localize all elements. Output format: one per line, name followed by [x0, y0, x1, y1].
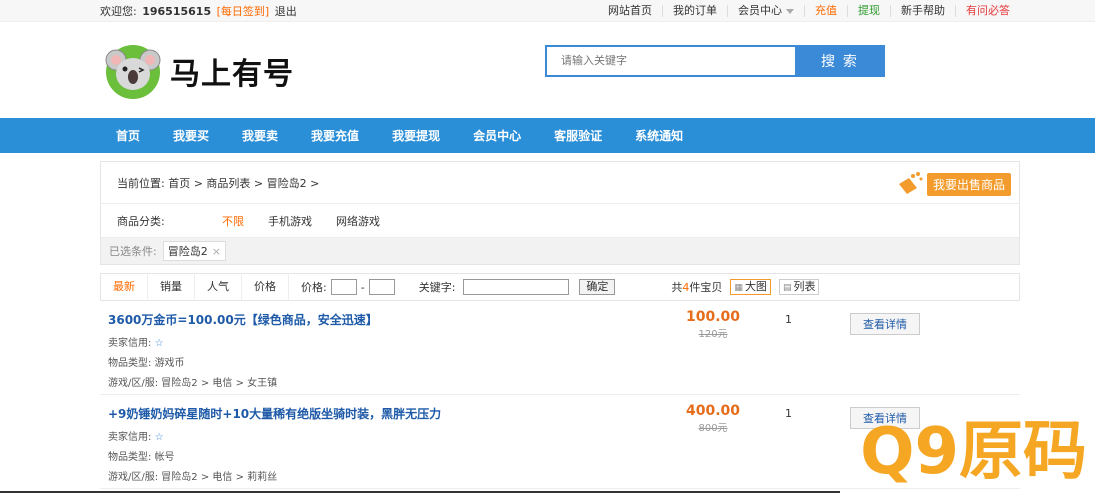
item-server-value: 冒险岛2 > 电信 > 莉莉丝 [161, 472, 278, 483]
sell-item-button[interactable]: 我要出售商品 [926, 173, 1011, 196]
top-link-qa[interactable]: 有问必答 [955, 5, 1020, 17]
nav-item-member-center[interactable]: 会员中心 [473, 127, 521, 144]
item-server-value: 冒险岛2 > 电信 > 女王镇 [161, 378, 278, 389]
watermark-logo: Q9原码 [858, 417, 1087, 487]
item-type-label: 物品类型: [108, 452, 152, 463]
filter-panel: 当前位置: 首页 > 商品列表 > 冒险岛2 > 我要出售商品 商品分类: 不限… [100, 161, 1020, 265]
nav-item-withdraw[interactable]: 我要提现 [392, 127, 440, 144]
item-price: 100.00 120元 [686, 309, 740, 340]
chevron-down-icon [786, 8, 794, 14]
view-big-label: 大图 [744, 280, 767, 293]
item-type-label: 物品类型: [108, 358, 152, 369]
item-quantity: 1 [785, 313, 792, 326]
header: 马上有号 搜 索 [0, 22, 1095, 118]
item-type-value: 游戏币 [154, 358, 185, 369]
breadcrumb-text: 当前位置: 首页 > 商品列表 > 冒险岛2 > [117, 176, 320, 190]
top-link-member-center[interactable]: 会员中心 [727, 5, 804, 17]
selected-filters-row: 已选条件: 冒险岛2 × [101, 238, 1019, 264]
item-old-price: 800元 [698, 423, 728, 434]
top-link-orders[interactable]: 我的订单 [662, 5, 727, 17]
site-logo[interactable]: 马上有号 [104, 42, 294, 100]
count-suffix: 件宝贝 [689, 281, 723, 294]
list-icon: ▤ [782, 283, 792, 293]
item-price: 400.00 800元 [686, 403, 740, 434]
view-list-label: 列表 [793, 280, 816, 293]
search-bar: 搜 索 [545, 45, 885, 77]
item-server: 游戏/区/服: 冒险岛2 > 电信 > 女王镇 [108, 374, 1020, 389]
category-option-online[interactable]: 网络游戏 [336, 213, 380, 229]
sort-bar: 最新 销量 人气 价格 价格: - 关键字: 确定 共4件宝贝 ▦ 大图 ▤ 列表 [100, 273, 1020, 301]
nav-item-recharge[interactable]: 我要充值 [311, 127, 359, 144]
price-range-label: 价格: [301, 281, 327, 294]
category-option-mobile[interactable]: 手机游戏 [268, 213, 312, 229]
sell-decoration-icon [899, 172, 923, 194]
confirm-button[interactable]: 确定 [579, 279, 616, 295]
nav-item-notices[interactable]: 系统通知 [635, 127, 683, 144]
result-count: 共4件宝贝 [671, 279, 722, 295]
welcome-label: 欢迎您: [100, 5, 137, 18]
logout-link[interactable]: 退出 [275, 5, 297, 18]
top-link-withdraw[interactable]: 提现 [847, 5, 890, 17]
nav-item-service-verify[interactable]: 客服验证 [554, 127, 602, 144]
grid-icon: ▦ [734, 283, 743, 293]
list-item: 3600万金币=100.00元【绿色商品，安全迅速】 卖家信用: ☆ 物品类型:… [100, 301, 1020, 395]
nav-item-home[interactable]: 首页 [116, 127, 140, 144]
filter-chip-label: 冒险岛2 [167, 245, 208, 258]
logo-text: 马上有号 [170, 57, 294, 92]
seller-credit-label: 卖家信用: [108, 432, 152, 443]
keyword-input[interactable] [463, 279, 570, 295]
star-icon: ☆ [154, 432, 164, 443]
view-big-button[interactable]: ▦ 大图 [730, 279, 771, 295]
watermark-text: Q9原码 [860, 415, 1087, 489]
price-range-dash: - [360, 280, 365, 294]
koala-logo-icon [105, 45, 161, 99]
item-old-price: 120元 [698, 329, 728, 340]
item-type-value: 帐号 [154, 452, 175, 463]
view-detail-button[interactable]: 查看详情 [850, 313, 920, 335]
category-row: 商品分类: 不限 手机游戏 网络游戏 [101, 204, 1019, 238]
top-links: 网站首页 我的订单 会员中心 充值 提现 新手帮助 有问必答 [598, 5, 1020, 17]
view-list-button[interactable]: ▤ 列表 [778, 279, 820, 295]
top-link-recharge[interactable]: 充值 [804, 5, 847, 17]
top-bar: 欢迎您: 196515615 [每日签到] 退出 网站首页 我的订单 会员中心 … [0, 0, 1095, 22]
sort-price[interactable]: 价格 [242, 273, 289, 301]
daily-sign-in-link[interactable]: [每日签到] [217, 5, 270, 18]
seller-credit: 卖家信用: ☆ [108, 334, 1020, 349]
price-max-input[interactable] [368, 279, 395, 295]
search-input[interactable] [545, 45, 795, 77]
seller-credit-label: 卖家信用: [108, 338, 152, 349]
count-prefix: 共 [671, 281, 683, 294]
member-center-label: 会员中心 [738, 4, 782, 17]
item-server-label: 游戏/区/服: [108, 472, 159, 483]
star-icon: ☆ [154, 338, 164, 349]
nav-item-sell[interactable]: 我要卖 [242, 127, 278, 144]
nav-item-buy[interactable]: 我要买 [173, 127, 209, 144]
price-range: 价格: - [301, 279, 399, 295]
sort-popularity[interactable]: 人气 [195, 273, 242, 301]
sort-newest[interactable]: 最新 [101, 273, 148, 301]
close-icon[interactable]: × [212, 245, 221, 258]
filter-chip[interactable]: 冒险岛2 × [162, 241, 226, 261]
keyword-label: 关键字: [418, 281, 456, 294]
welcome-area: 欢迎您: 196515615 [每日签到] 退出 [100, 3, 299, 19]
item-server-label: 游戏/区/服: [108, 378, 159, 389]
breadcrumb: 当前位置: 首页 > 商品列表 > 冒险岛2 > 我要出售商品 [101, 162, 1019, 204]
price-min-input[interactable] [330, 279, 357, 295]
item-current-price: 400.00 [686, 403, 741, 419]
category-label: 商品分类: [117, 214, 165, 228]
search-button[interactable]: 搜 索 [795, 45, 885, 77]
item-quantity: 1 [785, 407, 792, 420]
top-link-home[interactable]: 网站首页 [598, 5, 662, 17]
top-link-help[interactable]: 新手帮助 [890, 5, 955, 17]
sort-sales[interactable]: 销量 [148, 273, 195, 301]
item-current-price: 100.00 [686, 309, 741, 325]
user-id: 196515615 [142, 5, 212, 18]
item-type: 物品类型: 游戏币 [108, 354, 1020, 369]
main-nav: 首页 我要买 我要卖 我要充值 我要提现 会员中心 客服验证 系统通知 [0, 118, 1095, 153]
category-option-all[interactable]: 不限 [222, 213, 244, 229]
selected-filters-label: 已选条件: [109, 245, 157, 258]
